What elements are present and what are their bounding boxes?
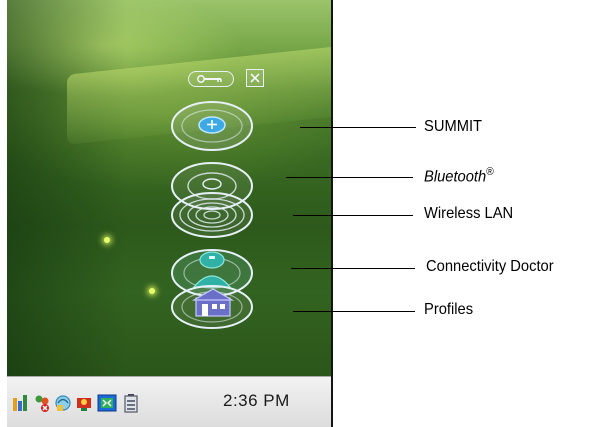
desktop-wallpaper <box>7 0 331 376</box>
wrench-icon <box>197 75 222 83</box>
wallpaper-light <box>149 288 155 294</box>
screen-icon[interactable] <box>97 393 117 413</box>
summit-label: SUMMIT <box>424 118 483 135</box>
wireless-lan-label: Wireless LAN <box>424 205 514 222</box>
taskbar: 2:36 PM <box>7 376 331 427</box>
screen-bezel <box>331 0 333 427</box>
wireless-lan-leader-line <box>293 215 413 216</box>
battery-icon[interactable] <box>122 393 140 413</box>
summit-disc[interactable] <box>170 99 254 153</box>
wallpaper-light <box>104 237 110 243</box>
close-button[interactable] <box>246 69 264 87</box>
profiles-label: Profiles <box>424 301 474 318</box>
bluetooth-label: Bluetooth® <box>424 166 494 186</box>
connectivity-icon[interactable] <box>75 393 93 413</box>
wireless-lan-disc[interactable] <box>170 190 254 240</box>
connectivity-doctor-leader-line <box>291 268 415 269</box>
device-screen: 2:36 PM <box>7 0 331 427</box>
profiles-disc[interactable] <box>170 282 254 332</box>
clock[interactable]: 2:36 PM <box>223 391 290 411</box>
summit-leader-line-ext <box>342 127 416 128</box>
settings-button[interactable] <box>188 71 234 87</box>
wallpaper-shade <box>7 0 127 376</box>
profiles-leader-line <box>293 311 415 312</box>
registered-mark: ® <box>486 166 494 178</box>
sync-icon[interactable] <box>54 393 72 413</box>
bluetooth-leader-line <box>286 177 413 178</box>
users-icon[interactable] <box>33 393 51 413</box>
summit-leader-line <box>300 127 342 128</box>
connectivity-doctor-label: Connectivity Doctor <box>426 258 554 275</box>
close-icon <box>250 73 260 83</box>
bluetooth-label-text: Bluetooth <box>424 168 487 186</box>
network-icon[interactable] <box>11 393 29 413</box>
